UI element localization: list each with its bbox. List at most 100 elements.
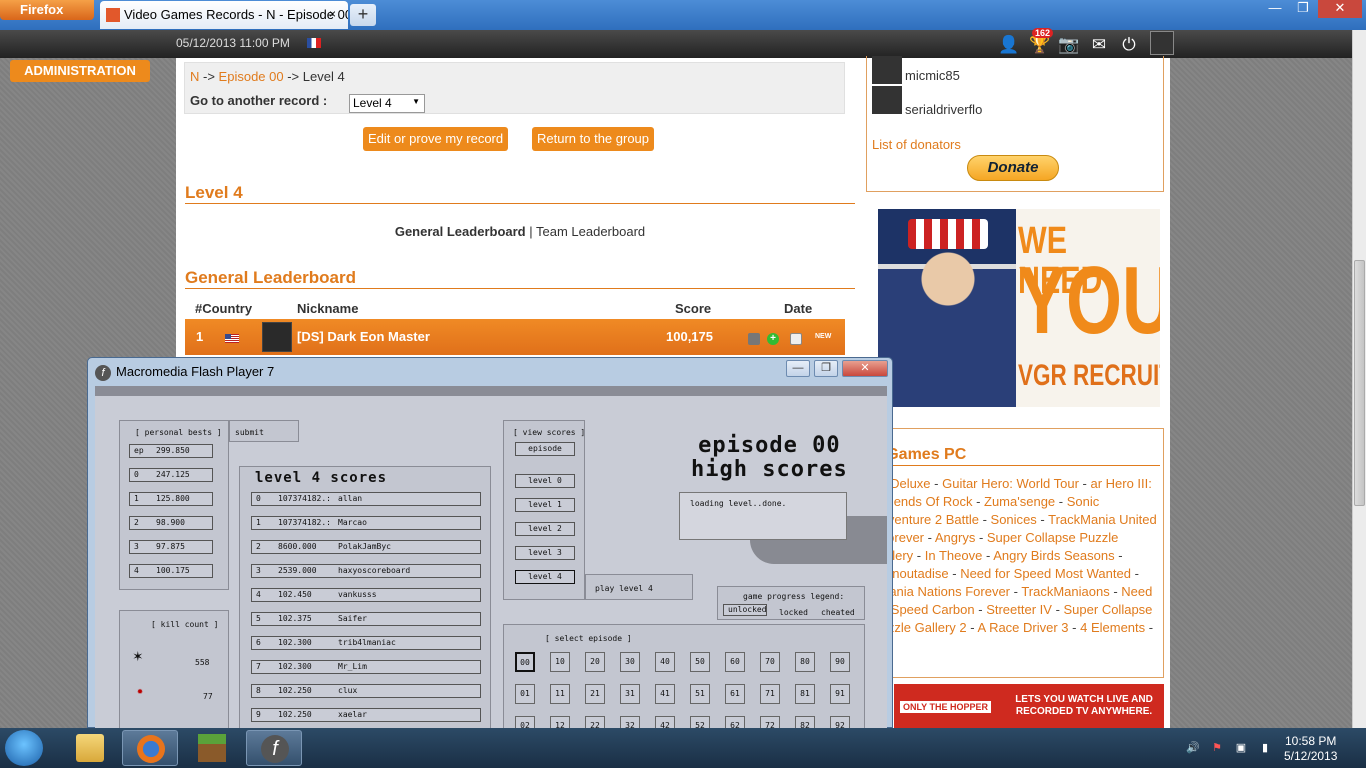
score-player[interactable]: haxyoscoreboard: [338, 565, 410, 577]
action-center-icon[interactable]: ⚑: [1210, 741, 1224, 755]
episode-button[interactable]: 41: [655, 684, 675, 704]
score-player[interactable]: vankusss: [338, 589, 377, 601]
game-link[interactable]: ter IV: [1021, 602, 1052, 617]
flash-minimize-button[interactable]: —: [786, 360, 810, 377]
episode-button[interactable]: 51: [690, 684, 710, 704]
goto-record-select[interactable]: Level 4 ▼: [349, 94, 425, 113]
score-player[interactable]: clux: [338, 685, 357, 697]
game-link[interactable]: ove: [961, 548, 982, 563]
list-of-donators-link[interactable]: List of donators: [872, 137, 961, 152]
volume-icon[interactable]: 🔊: [1186, 741, 1200, 755]
taskbar-minecraft[interactable]: [184, 730, 240, 766]
episode-button[interactable]: 71: [760, 684, 780, 704]
submit-button[interactable]: submit: [235, 428, 264, 437]
game-link[interactable]: Angry: [935, 530, 969, 545]
episode-button[interactable]: 80: [795, 652, 815, 672]
player-avatar[interactable]: [262, 322, 292, 352]
french-flag-icon[interactable]: [307, 38, 321, 48]
user-avatar[interactable]: [1150, 31, 1174, 55]
donate-button[interactable]: Donate: [967, 155, 1059, 181]
device-icon[interactable]: ▣: [1234, 741, 1248, 755]
episode-button[interactable]: 20: [585, 652, 605, 672]
game-link[interactable]: Street: [986, 602, 1021, 617]
donor-name[interactable]: micmic85: [905, 68, 960, 83]
score-player[interactable]: xaelar: [338, 709, 367, 721]
calendar-icon[interactable]: [790, 333, 802, 345]
scrollbar-thumb[interactable]: [1354, 260, 1365, 506]
episode-button[interactable]: 91: [830, 684, 850, 704]
taskbar-explorer[interactable]: [62, 730, 118, 766]
game-link[interactable]: Angry Birds Seasons: [993, 548, 1114, 563]
edit-record-button[interactable]: Edit or prove my record: [363, 127, 509, 151]
recruit-banner[interactable]: WE NEED YOU VGR RECRUITS: [878, 209, 1160, 407]
episode-button[interactable]: 10: [550, 652, 570, 672]
game-link[interactable]: enge: [1026, 494, 1055, 509]
view-scores-button[interactable]: level 2: [515, 522, 575, 536]
page-scrollbar[interactable]: [1352, 30, 1366, 728]
window-minimize-button[interactable]: —: [1262, 0, 1288, 18]
game-link[interactable]: Need for Speed Most Wanted: [960, 566, 1131, 581]
episode-button[interactable]: 81: [795, 684, 815, 704]
team-leaderboard-link[interactable]: Team Leaderboard: [536, 224, 645, 239]
donor-avatar[interactable]: [872, 56, 902, 84]
flash-game-area[interactable]: [ personal bests ] submit [ kill count ]…: [95, 386, 887, 729]
add-icon[interactable]: +: [767, 333, 779, 345]
tab-close-icon[interactable]: ×: [329, 7, 336, 21]
episode-button[interactable]: 11: [550, 684, 570, 704]
new-tab-button[interactable]: +: [350, 4, 376, 26]
episode-button[interactable]: 50: [690, 652, 710, 672]
episode-button[interactable]: 00: [515, 652, 535, 672]
game-link[interactable]: Sonic: [991, 512, 1024, 527]
game-link[interactable]: es: [1023, 512, 1037, 527]
view-scores-button[interactable]: level 3: [515, 546, 575, 560]
taskbar-flash-player[interactable]: f: [246, 730, 302, 766]
score-player[interactable]: Saifer: [338, 613, 367, 625]
game-link[interactable]: 4 Elements: [1080, 620, 1145, 635]
view-scores-button[interactable]: level 1: [515, 498, 575, 512]
breadcrumb-link-n[interactable]: N: [190, 69, 199, 84]
ad-banner[interactable]: ONLY THE HOPPER LETS YOU WATCH LIVE AND …: [894, 684, 1164, 728]
game-link[interactable]: In The: [925, 548, 962, 563]
episode-button[interactable]: 90: [830, 652, 850, 672]
view-scores-button[interactable]: level 0: [515, 474, 575, 488]
general-leaderboard-link[interactable]: General Leaderboard: [395, 224, 526, 239]
flash-close-button[interactable]: ✕: [842, 360, 888, 377]
system-clock[interactable]: 10:58 PM 5/12/2013: [1284, 734, 1337, 764]
score-player[interactable]: PolakJamByc: [338, 541, 391, 553]
episode-button[interactable]: 01: [515, 684, 535, 704]
view-scores-button[interactable]: level 4: [515, 570, 575, 584]
game-link[interactable]: Zuma's: [984, 494, 1026, 509]
network-icon[interactable]: ▮: [1258, 741, 1272, 755]
episode-button[interactable]: 60: [725, 652, 745, 672]
flash-maximize-button[interactable]: ❐: [814, 360, 838, 377]
mail-icon[interactable]: ✉: [1088, 35, 1110, 55]
episode-button[interactable]: 21: [585, 684, 605, 704]
episode-button[interactable]: 70: [760, 652, 780, 672]
taskbar-firefox[interactable]: [122, 730, 178, 766]
game-link[interactable]: adise: [918, 566, 949, 581]
row-nickname[interactable]: [DS] Dark Eon Master: [297, 329, 430, 344]
episode-button[interactable]: 30: [620, 652, 640, 672]
view-scores-button[interactable]: episode: [515, 442, 575, 456]
play-level-button[interactable]: play level 4: [595, 584, 653, 593]
score-player[interactable]: Marcao: [338, 517, 367, 529]
video-icon[interactable]: [748, 333, 760, 345]
donor-avatar[interactable]: [872, 86, 902, 114]
score-player[interactable]: allan: [338, 493, 362, 505]
score-player[interactable]: trib4lmaniac: [338, 637, 396, 649]
breadcrumb-link-episode[interactable]: Episode 00: [219, 69, 284, 84]
return-group-button[interactable]: Return to the group: [532, 127, 655, 151]
score-player[interactable]: Mr_Lim: [338, 661, 367, 673]
episode-button[interactable]: 61: [725, 684, 745, 704]
episode-button[interactable]: 31: [620, 684, 640, 704]
power-icon[interactable]: ⏻: [1118, 35, 1140, 55]
game-link[interactable]: Guitar Hero: World Tour: [942, 476, 1079, 491]
user-icon[interactable]: 👤: [998, 35, 1020, 55]
game-link[interactable]: TrackMania: [1021, 584, 1088, 599]
window-maximize-button[interactable]: ❐: [1290, 0, 1316, 18]
start-button[interactable]: [5, 730, 43, 766]
game-link[interactable]: A Race Driver 3: [978, 620, 1069, 635]
donor-name[interactable]: serialdriverflo: [905, 102, 982, 117]
firefox-menu-button[interactable]: Firefox: [0, 0, 94, 20]
camera-icon[interactable]: 📷: [1058, 35, 1080, 55]
